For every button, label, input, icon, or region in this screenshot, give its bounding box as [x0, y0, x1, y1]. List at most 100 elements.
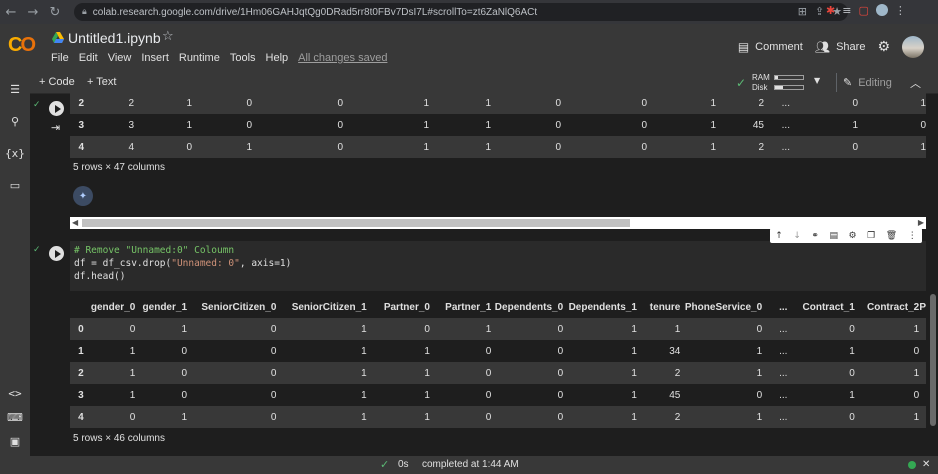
code-string: "Unnamed: 0"	[171, 258, 240, 269]
address-bar[interactable]: 🔒︎ colab.research.google.com/drive/1Hm06…	[74, 3, 848, 21]
menu-help[interactable]: Help	[266, 52, 289, 64]
connection-status-dot	[908, 461, 916, 469]
run-cell-button[interactable]	[49, 101, 64, 116]
column-header: Contract_2	[866, 301, 920, 313]
table-cell: 0	[337, 141, 343, 153]
star-icon[interactable]: ☆	[162, 29, 174, 44]
elapsed-time: 0s	[398, 459, 409, 470]
column-header: Partner_0	[383, 301, 430, 313]
menu-file[interactable]: File	[51, 52, 69, 64]
table-cell: 0	[485, 345, 492, 357]
comment-icon: ▤	[737, 40, 750, 54]
menu-tools[interactable]: Tools	[230, 52, 256, 64]
toc-icon[interactable]: ☰	[6, 80, 24, 98]
magic-wand-icon[interactable]: ✦	[73, 186, 93, 206]
table-cell	[919, 340, 926, 362]
table-cell: 0	[555, 141, 561, 153]
translate-icon[interactable]: ⊞	[798, 5, 807, 18]
code-snippets-icon[interactable]: <>	[6, 384, 24, 402]
back-icon[interactable]: ←	[0, 0, 22, 24]
editing-mode-button[interactable]: ✎ Editing	[836, 73, 902, 92]
row-index: 2	[78, 367, 84, 379]
table-cell: 0	[557, 323, 564, 335]
column-header: SeniorCitizen_1	[291, 301, 367, 313]
share-label: Share	[836, 41, 866, 53]
table-cell: 1	[485, 119, 491, 131]
resource-monitor[interactable]: ✓ RAM Disk ▼	[736, 72, 826, 94]
table-cell: 0	[337, 119, 343, 131]
close-icon[interactable]: ✕	[922, 459, 930, 470]
notebook-title[interactable]: Untitled1.ipynb	[68, 30, 161, 46]
mirror-cell-icon[interactable]: ❐	[867, 231, 875, 241]
table-cell: 0	[756, 389, 763, 401]
extension-icon[interactable]: ✱	[826, 4, 835, 17]
run-success-check-icon: ✓	[33, 245, 41, 255]
column-header: ...	[779, 301, 788, 313]
profile-avatar-icon[interactable]	[875, 4, 888, 16]
chevron-down-icon[interactable]: ▼	[814, 76, 820, 85]
table-cell: 0	[756, 323, 763, 335]
playlist-icon[interactable]: ≡	[842, 4, 851, 17]
table-cell	[919, 384, 926, 406]
table-cell: 0	[849, 411, 855, 423]
output-actions-icon[interactable]: ⇥	[51, 121, 60, 134]
table-cell: 1	[423, 141, 429, 153]
link-icon[interactable]: ⚭	[811, 231, 819, 241]
settings-gear-icon[interactable]: ⚙	[849, 231, 857, 241]
add-code-button[interactable]: + Code	[39, 76, 75, 88]
scrollbar-thumb[interactable]	[930, 294, 936, 426]
table-cell: 45	[669, 389, 681, 401]
vertical-scrollbar[interactable]	[928, 94, 938, 456]
table-cell: 1	[913, 367, 920, 379]
delete-icon[interactable]: 🗑︎	[886, 231, 897, 241]
run-cell-button[interactable]	[49, 246, 64, 261]
share-page-icon[interactable]: ⇪	[815, 5, 824, 18]
table-cell: 1	[423, 119, 429, 131]
add-text-button[interactable]: + Text	[87, 76, 116, 88]
table-cell: 1	[920, 97, 926, 109]
comment-icon[interactable]: ▤	[830, 231, 839, 241]
table-cell: 0	[424, 323, 430, 335]
table-cell: 0	[337, 97, 343, 109]
more-vert-icon[interactable]: ⋮	[895, 4, 906, 17]
code-line-3: df.head()	[74, 271, 126, 282]
folder-icon[interactable]: ▭	[6, 176, 24, 194]
code-text: df = df_csv.drop(	[74, 258, 172, 269]
disk-bar	[774, 85, 804, 90]
menu-insert[interactable]: Insert	[141, 52, 169, 64]
comment-button[interactable]: ▤ Comment	[738, 40, 803, 54]
menu-edit[interactable]: Edit	[79, 52, 98, 64]
drive-icon	[52, 32, 64, 43]
move-down-icon[interactable]: ↓	[793, 231, 801, 241]
colab-logo[interactable]: CO	[8, 34, 36, 57]
table-cell: 0	[641, 141, 647, 153]
terminal-icon[interactable]: ▣	[6, 432, 24, 450]
table-cell: 0	[849, 367, 855, 379]
code-line-2: df = df_csv.drop("Unnamed: 0", axis=1)	[74, 258, 291, 269]
reload-icon[interactable]: ↻	[44, 0, 66, 24]
scroll-left-icon[interactable]: ◀	[72, 218, 78, 227]
more-vert-icon[interactable]: ⋮	[908, 231, 917, 241]
table-cell: 1	[913, 323, 920, 335]
menu-runtime[interactable]: Runtime	[179, 52, 220, 64]
settings-gear-icon[interactable]: ⚙	[877, 39, 890, 55]
sidebar-icon[interactable]: ▢	[858, 4, 868, 17]
table-cell: 1	[129, 367, 136, 379]
account-avatar[interactable]	[902, 36, 924, 58]
chevron-up-icon[interactable]: ︿	[910, 75, 921, 91]
table-cell: 1	[246, 141, 252, 153]
scroll-right-icon[interactable]: ▶	[918, 218, 924, 227]
table-cell: 0	[641, 97, 647, 109]
variables-icon[interactable]: {x}	[5, 144, 25, 162]
forward-icon[interactable]: →	[22, 0, 44, 24]
column-header: gender_1	[142, 301, 188, 313]
scrollbar-thumb[interactable]	[82, 219, 630, 227]
move-up-icon[interactable]: ↑	[775, 231, 783, 241]
menu-view[interactable]: View	[108, 52, 132, 64]
column-header: tenure	[649, 301, 681, 313]
search-icon[interactable]: ⚲	[6, 112, 24, 130]
share-button[interactable]: 👥︎ Share	[815, 40, 866, 54]
command-palette-icon[interactable]: ⌨	[6, 408, 24, 426]
save-status[interactable]: All changes saved	[298, 52, 387, 64]
code-line-1: # Remove "Unnamed:0" Coloumn	[74, 245, 235, 256]
